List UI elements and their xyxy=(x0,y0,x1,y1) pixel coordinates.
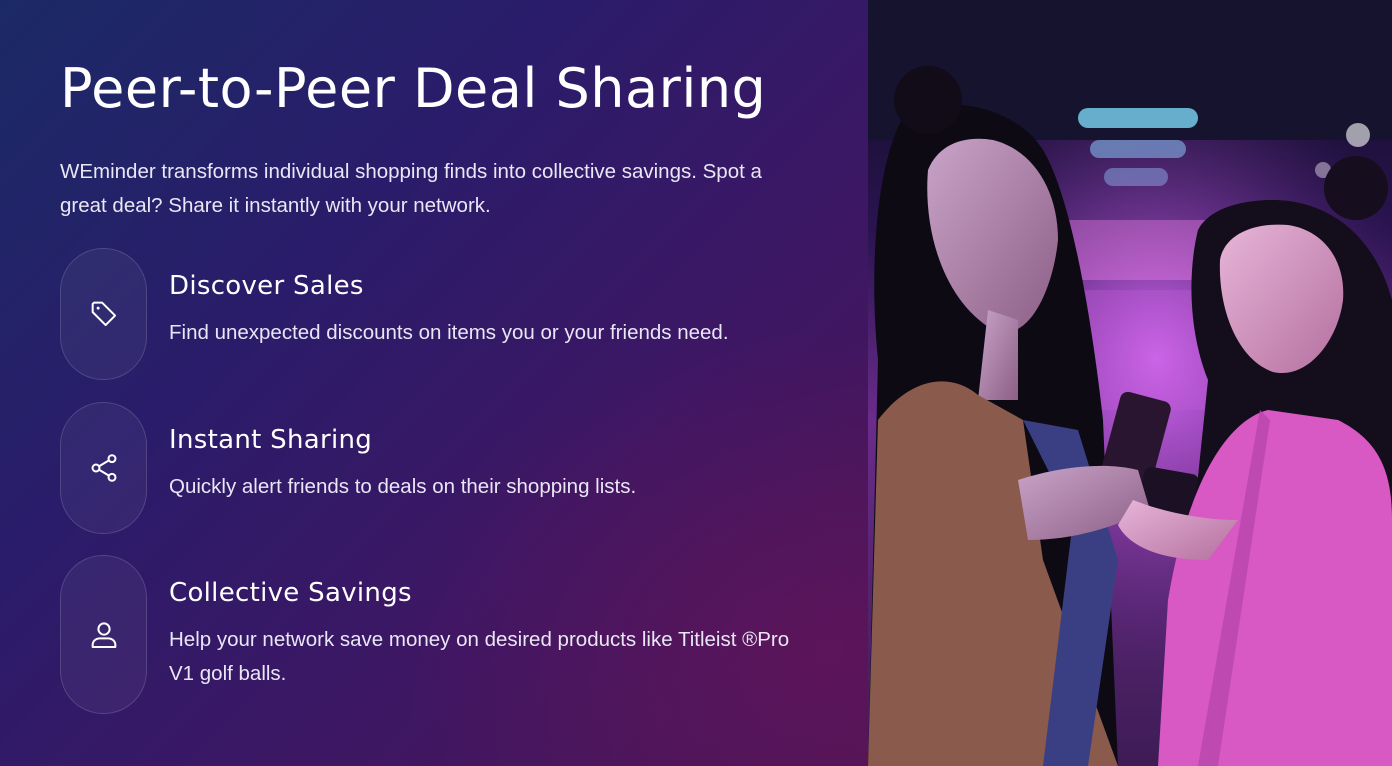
intro-text: WEminder transforms individual shopping … xyxy=(60,160,762,217)
page-title: Peer-to-Peer Deal Sharing xyxy=(60,57,767,120)
feature-description: Find unexpected discounts on items you o… xyxy=(169,321,729,344)
feature-description: Help your network save money on desired … xyxy=(169,628,790,685)
feature-title: Instant Sharing xyxy=(169,425,373,455)
feature-title: Collective Savings xyxy=(169,578,412,608)
share-icon xyxy=(60,402,147,534)
tag-icon xyxy=(60,248,147,380)
content-panel: Peer-to-Peer Deal Sharing WEminder trans… xyxy=(0,0,868,766)
feature-title: Discover Sales xyxy=(169,271,364,301)
user-icon xyxy=(60,555,147,714)
feature-description: Quickly alert friends to deals on their … xyxy=(169,475,637,498)
hero-photo xyxy=(868,0,1392,766)
